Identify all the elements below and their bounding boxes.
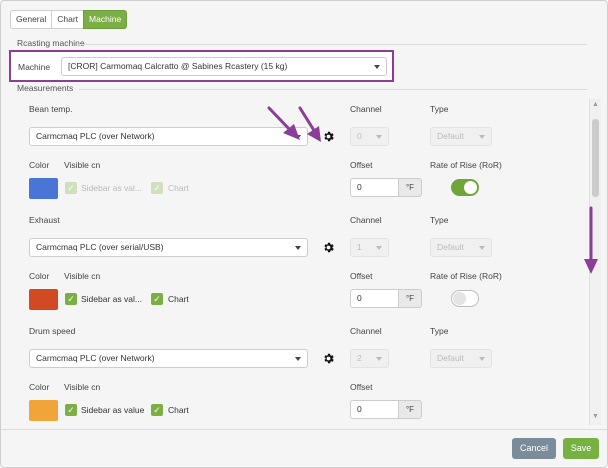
channel-header: Channel bbox=[350, 215, 382, 225]
ror-toggle[interactable] bbox=[451, 290, 479, 307]
channel-select-value: 1 bbox=[357, 242, 362, 252]
chevron-down-icon bbox=[295, 357, 301, 361]
scroll-thumb[interactable] bbox=[592, 119, 599, 197]
machine-label: Machine bbox=[18, 62, 51, 72]
color-label: Color bbox=[29, 160, 50, 170]
machine-highlight-box: Machine [CROR] Carmomaq Calcratto @ Sabi… bbox=[9, 50, 394, 82]
chevron-down-icon bbox=[479, 357, 485, 361]
chart-checkbox-label: Chart bbox=[168, 294, 189, 304]
source-select[interactable]: Carmcmaq PLC (over serial/USB) bbox=[29, 238, 308, 257]
gear-icon[interactable] bbox=[322, 352, 335, 365]
visible-on-label: Visible cn bbox=[64, 382, 101, 392]
chevron-down-icon bbox=[376, 246, 382, 250]
sidebar-checkbox-label: Sidebar as val... bbox=[81, 294, 142, 304]
chevron-down-icon bbox=[295, 246, 301, 250]
type-select-value: Default bbox=[437, 353, 464, 363]
channel-select[interactable]: 0 bbox=[350, 127, 389, 146]
machine-settings-dialog: General Chart Machine Rcasting machine M… bbox=[0, 0, 608, 468]
offset-input[interactable]: 0 bbox=[350, 400, 398, 419]
offset-unit: °F bbox=[398, 178, 422, 197]
machine-select[interactable]: [CROR] Carmomaq Calcratto @ Sabines Rcas… bbox=[61, 57, 387, 76]
toggle-knob bbox=[464, 181, 477, 194]
settings-tabs: General Chart Machine bbox=[10, 10, 128, 29]
source-select-value: Carmcmaq PLC (over Network) bbox=[36, 353, 155, 363]
source-select-value: Carmcmaq PLC (over serial/USB) bbox=[36, 242, 164, 252]
measurements-heading: Measurements bbox=[17, 83, 74, 93]
chevron-down-icon bbox=[376, 357, 382, 361]
type-select-value: Default bbox=[437, 242, 464, 252]
machine-select-value: [CROR] Carmomaq Calcratto @ Sabines Rcas… bbox=[68, 61, 288, 71]
measurements-scrollbar[interactable]: ▲ ▼ bbox=[589, 99, 601, 425]
source-select-value: Carmcmaq PLC (over Network) bbox=[36, 131, 155, 141]
color-swatch[interactable] bbox=[29, 289, 58, 310]
type-select[interactable]: Default bbox=[430, 127, 492, 146]
gear-icon[interactable] bbox=[322, 241, 335, 254]
type-select[interactable]: Default bbox=[430, 349, 492, 368]
color-swatch[interactable] bbox=[29, 178, 58, 199]
chevron-down-icon bbox=[295, 135, 301, 139]
chevron-down-icon bbox=[374, 65, 380, 69]
type-header: Type bbox=[430, 326, 449, 336]
type-select-value: Default bbox=[437, 131, 464, 141]
channel-select[interactable]: 2 bbox=[350, 349, 389, 368]
visible-on-label: Visible cn bbox=[64, 271, 101, 281]
offset-label: Offset bbox=[350, 271, 373, 281]
offset-input[interactable]: 0 bbox=[350, 178, 398, 197]
offset-label: Offset bbox=[350, 382, 373, 392]
sidebar-checkbox[interactable]: ✓ bbox=[65, 404, 77, 416]
roasting-machine-heading: Rcasting machine bbox=[17, 38, 85, 48]
save-button[interactable]: Save bbox=[563, 438, 599, 459]
sidebar-checkbox[interactable]: ✓ bbox=[65, 293, 77, 305]
divider bbox=[79, 89, 587, 90]
color-label: Color bbox=[29, 271, 50, 281]
chevron-down-icon bbox=[376, 135, 382, 139]
type-header: Type bbox=[430, 215, 449, 225]
tab-general[interactable]: General bbox=[10, 10, 53, 29]
sidebar-checkbox[interactable]: ✓ bbox=[65, 182, 77, 194]
color-label: Color bbox=[29, 382, 50, 392]
chevron-down-icon bbox=[479, 135, 485, 139]
tab-machine[interactable]: Machine bbox=[83, 10, 128, 29]
cancel-button[interactable]: Cancel bbox=[512, 438, 556, 459]
chart-checkbox-label: Chart bbox=[168, 183, 189, 193]
footer-divider bbox=[1, 429, 607, 430]
color-swatch[interactable] bbox=[29, 400, 58, 421]
ror-label: Rate of Rise (RoR) bbox=[430, 160, 502, 170]
chevron-down-icon bbox=[479, 246, 485, 250]
chart-checkbox[interactable]: ✓ bbox=[151, 404, 163, 416]
source-select[interactable]: Carmcmaq PLC (over Network) bbox=[29, 349, 308, 368]
ror-label: Rate of Rise (RoR) bbox=[430, 271, 502, 281]
channel-header: Channel bbox=[350, 104, 382, 114]
gear-icon[interactable] bbox=[322, 130, 335, 143]
offset-input[interactable]: 0 bbox=[350, 289, 398, 308]
channel-select-value: 2 bbox=[357, 353, 362, 363]
type-header: Type bbox=[430, 104, 449, 114]
row-name: Bean temp. bbox=[29, 104, 73, 114]
scroll-up-icon[interactable]: ▲ bbox=[592, 101, 599, 108]
chart-checkbox-label: Chart bbox=[168, 405, 189, 415]
ror-toggle[interactable] bbox=[451, 179, 479, 196]
visible-on-label: Visible cn bbox=[64, 160, 101, 170]
chart-checkbox[interactable]: ✓ bbox=[151, 182, 163, 194]
offset-unit: °F bbox=[398, 289, 422, 308]
row-name: Drum speed bbox=[29, 326, 76, 336]
sidebar-checkbox-label: Sidebar as val... bbox=[81, 183, 142, 193]
tab-chart[interactable]: Chart bbox=[51, 10, 85, 29]
row-name: Exhaust bbox=[29, 215, 60, 225]
toggle-knob bbox=[453, 292, 466, 305]
offset-unit: °F bbox=[398, 400, 422, 419]
channel-select-value: 0 bbox=[357, 131, 362, 141]
divider bbox=[77, 44, 587, 45]
channel-select[interactable]: 1 bbox=[350, 238, 389, 257]
channel-header: Channel bbox=[350, 326, 382, 336]
offset-label: Offset bbox=[350, 160, 373, 170]
chart-checkbox[interactable]: ✓ bbox=[151, 293, 163, 305]
source-select[interactable]: Carmcmaq PLC (over Network) bbox=[29, 127, 308, 146]
type-select[interactable]: Default bbox=[430, 238, 492, 257]
sidebar-checkbox-label: Sidebar as value bbox=[81, 405, 145, 415]
scroll-down-icon[interactable]: ▼ bbox=[592, 413, 599, 420]
